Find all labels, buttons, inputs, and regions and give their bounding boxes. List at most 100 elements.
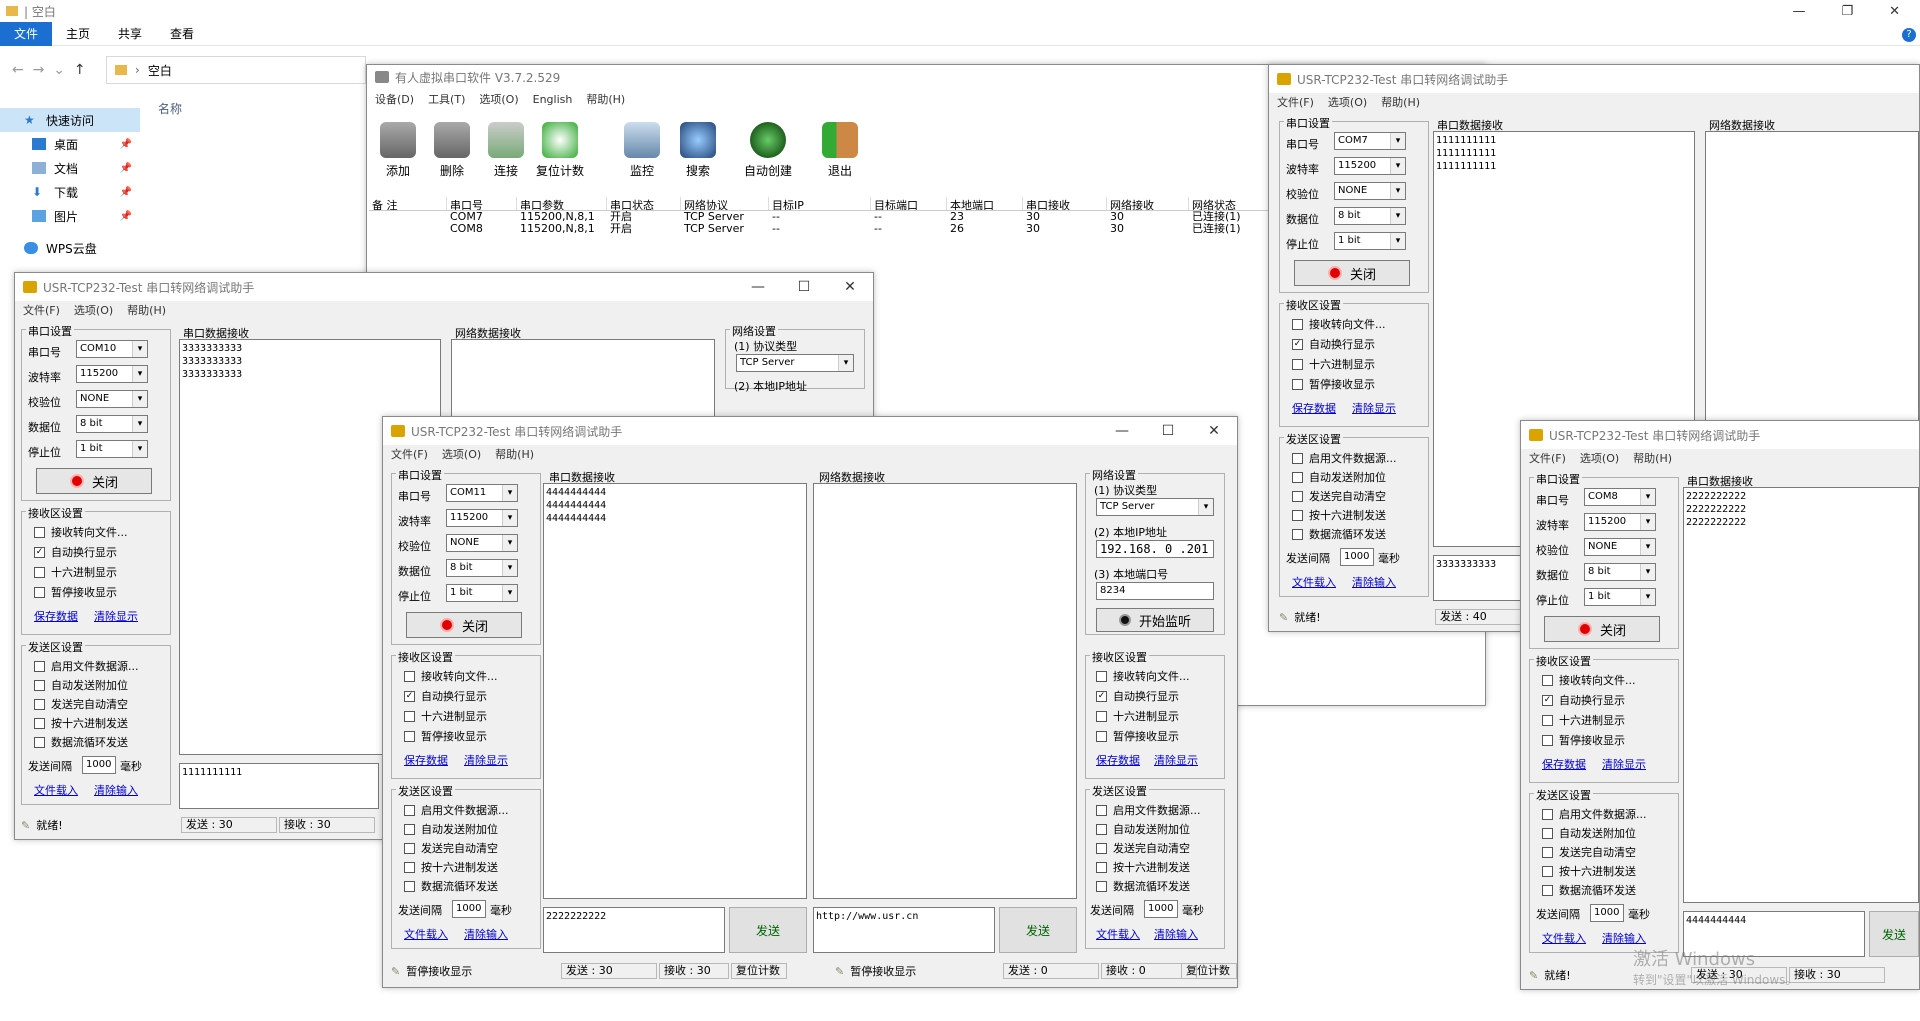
address-bar[interactable]: › 空白 <box>106 56 366 84</box>
recv-to-file-checkbox[interactable]: 接收转向文件... <box>34 524 128 540</box>
loop-send-checkbox[interactable]: 数据流循环发送 <box>404 878 498 894</box>
loop-send-checkbox[interactable]: 数据流循环发送 <box>1542 882 1636 898</box>
menu-english[interactable]: English <box>533 93 573 106</box>
menu-file[interactable]: 文件(F) <box>23 302 60 318</box>
menu-help[interactable]: 帮助(H) <box>495 446 534 462</box>
hex-display-checkbox[interactable]: 十六进制显示 <box>404 708 487 724</box>
stopbits-select[interactable]: 1 bit <box>446 584 518 602</box>
stopbits-select[interactable]: 1 bit <box>76 440 148 458</box>
clear-input-link[interactable]: 清除输入 <box>1352 574 1396 590</box>
local-port-input[interactable]: 8234 <box>1096 582 1214 600</box>
auto-clear-checkbox[interactable]: 发送完自动清空 <box>1292 488 1386 504</box>
auto-wrap-checkbox[interactable]: ✓ 自动换行显示 <box>1292 336 1375 352</box>
pause-recv-checkbox[interactable]: 暂停接收显示 <box>404 728 487 744</box>
connect-button[interactable]: 连接 <box>481 117 531 181</box>
nav-item-downloads[interactable]: ⬇ 下载 📌 <box>0 180 140 204</box>
save-data-link[interactable]: 保存数据 <box>404 752 448 768</box>
clear-display-link[interactable]: 清除显示 <box>1352 400 1396 416</box>
menu-file[interactable]: 文件(F) <box>1529 450 1566 466</box>
file-load-link[interactable]: 文件载入 <box>1542 930 1586 946</box>
databits-select[interactable]: 8 bit <box>1334 207 1406 225</box>
file-load-link[interactable]: 文件载入 <box>1292 574 1336 590</box>
nav-item-desktop[interactable]: 桌面 📌 <box>0 132 140 156</box>
serial-recv-area[interactable]: 2222222222 2222222222 2222222222 <box>1683 487 1919 903</box>
clear-display-link[interactable]: 清除显示 <box>1602 756 1646 772</box>
send-interval-input[interactable]: 1000 <box>452 900 486 918</box>
auto-wrap-checkbox[interactable]: ✓ 自动换行显示 <box>34 544 117 560</box>
loop-send-checkbox[interactable]: 数据流循环发送 <box>1292 526 1386 542</box>
nav-arrows[interactable]: ← → ⌄ ↑ <box>12 62 86 78</box>
clear-display-link[interactable]: 清除显示 <box>464 752 508 768</box>
column-header-name[interactable]: 名称 <box>158 100 182 117</box>
clear-input-link[interactable]: 清除输入 <box>1602 930 1646 946</box>
file-source-checkbox[interactable]: 启用文件数据源... <box>1292 450 1397 466</box>
save-data-link[interactable]: 保存数据 <box>34 608 78 624</box>
auto-clear-checkbox[interactable]: 发送完自动清空 <box>1542 844 1636 860</box>
parity-select[interactable]: NONE <box>1584 538 1656 556</box>
databits-select[interactable]: 8 bit <box>76 415 148 433</box>
close-window-button[interactable]: ✕ <box>1191 417 1237 445</box>
hex-send-checkbox[interactable]: 按十六进制发送 <box>1292 507 1386 523</box>
reset-count-button[interactable]: 复位计数 <box>535 117 585 181</box>
close-port-button[interactable]: 关闭 <box>1544 616 1660 642</box>
file-source-checkbox[interactable]: 启用文件数据源... <box>34 658 139 674</box>
net-recv-area[interactable] <box>813 483 1077 899</box>
menu-options[interactable]: 选项(O) <box>1328 94 1367 110</box>
baud-select[interactable]: 115200 <box>76 365 148 383</box>
parity-select[interactable]: NONE <box>1334 182 1406 200</box>
monitor-button[interactable]: 监控 <box>617 117 667 181</box>
baud-select[interactable]: 115200 <box>1334 157 1406 175</box>
nav-item-wps-cloud[interactable]: WPS云盘 <box>0 236 140 260</box>
hex-display-checkbox[interactable]: 十六进制显示 <box>1542 712 1625 728</box>
clear-display-link[interactable]: 清除显示 <box>94 608 138 624</box>
parity-select[interactable]: NONE <box>76 390 148 408</box>
send-interval-input[interactable]: 1000 <box>1590 904 1624 922</box>
explorer-window-buttons[interactable]: — ❐ ✕ <box>1792 0 1900 22</box>
save-data-link[interactable]: 保存数据 <box>1096 752 1140 768</box>
parity-select[interactable]: NONE <box>446 534 518 552</box>
send-button[interactable]: 发送 <box>1869 911 1919 957</box>
append-bit-checkbox[interactable]: 自动发送附加位 <box>1096 821 1190 837</box>
clear-input-link[interactable]: 清除输入 <box>94 782 138 798</box>
hex-display-checkbox[interactable]: 十六进制显示 <box>1292 356 1375 372</box>
save-data-link[interactable]: 保存数据 <box>1292 400 1336 416</box>
loop-send-checkbox[interactable]: 数据流循环发送 <box>34 734 128 750</box>
file-source-checkbox[interactable]: 启用文件数据源... <box>404 802 509 818</box>
baud-select[interactable]: 115200 <box>1584 513 1656 531</box>
menu-help[interactable]: 帮助(H) <box>586 91 625 107</box>
file-load-link[interactable]: 文件载入 <box>404 926 448 942</box>
databits-select[interactable]: 8 bit <box>446 559 518 577</box>
nav-item-documents[interactable]: 文档 📌 <box>0 156 140 180</box>
hex-send-checkbox[interactable]: 按十六进制发送 <box>34 715 128 731</box>
com-port-select[interactable]: COM11 <box>446 484 518 502</box>
file-load-link[interactable]: 文件载入 <box>1096 926 1140 942</box>
protocol-select[interactable]: TCP Server <box>736 354 854 372</box>
file-load-link[interactable]: 文件载入 <box>34 782 78 798</box>
baud-select[interactable]: 115200 <box>446 509 518 527</box>
recv-to-file-checkbox[interactable]: 接收转向文件... <box>1096 668 1190 684</box>
ip-address-input[interactable]: 192.168. 0 .201 <box>1096 540 1214 558</box>
recv-to-file-checkbox[interactable]: 接收转向文件... <box>404 668 498 684</box>
net-send-input[interactable]: http://www.usr.cn <box>813 907 995 953</box>
search-button[interactable]: 搜索 <box>673 117 723 181</box>
databits-select[interactable]: 8 bit <box>1584 563 1656 581</box>
send-interval-input[interactable]: 1000 <box>1144 900 1178 918</box>
hex-display-checkbox[interactable]: 十六进制显示 <box>34 564 117 580</box>
exit-button[interactable]: 退出 <box>815 117 865 181</box>
com-port-select[interactable]: COM10 <box>76 340 148 358</box>
auto-create-button[interactable]: 自动创建 <box>743 117 793 181</box>
delete-button[interactable]: 删除 <box>427 117 477 181</box>
auto-clear-checkbox[interactable]: 发送完自动清空 <box>1096 840 1190 856</box>
send-input[interactable]: 1111111111 <box>179 763 379 809</box>
help-icon[interactable]: ? <box>1902 28 1916 42</box>
send-interval-input[interactable]: 1000 <box>82 756 116 774</box>
save-data-link[interactable]: 保存数据 <box>1542 756 1586 772</box>
pause-recv-checkbox[interactable]: 暂停接收显示 <box>1542 732 1625 748</box>
pause-recv-checkbox[interactable]: 暂停接收显示 <box>1292 376 1375 392</box>
tab-share[interactable]: 共享 <box>104 22 156 46</box>
close-window-button[interactable]: ✕ <box>827 273 873 301</box>
hex-send-checkbox[interactable]: 按十六进制发送 <box>404 859 498 875</box>
close-port-button[interactable]: 关闭 <box>1294 260 1410 286</box>
menu-help[interactable]: 帮助(H) <box>127 302 166 318</box>
menu-file[interactable]: 文件(F) <box>391 446 428 462</box>
